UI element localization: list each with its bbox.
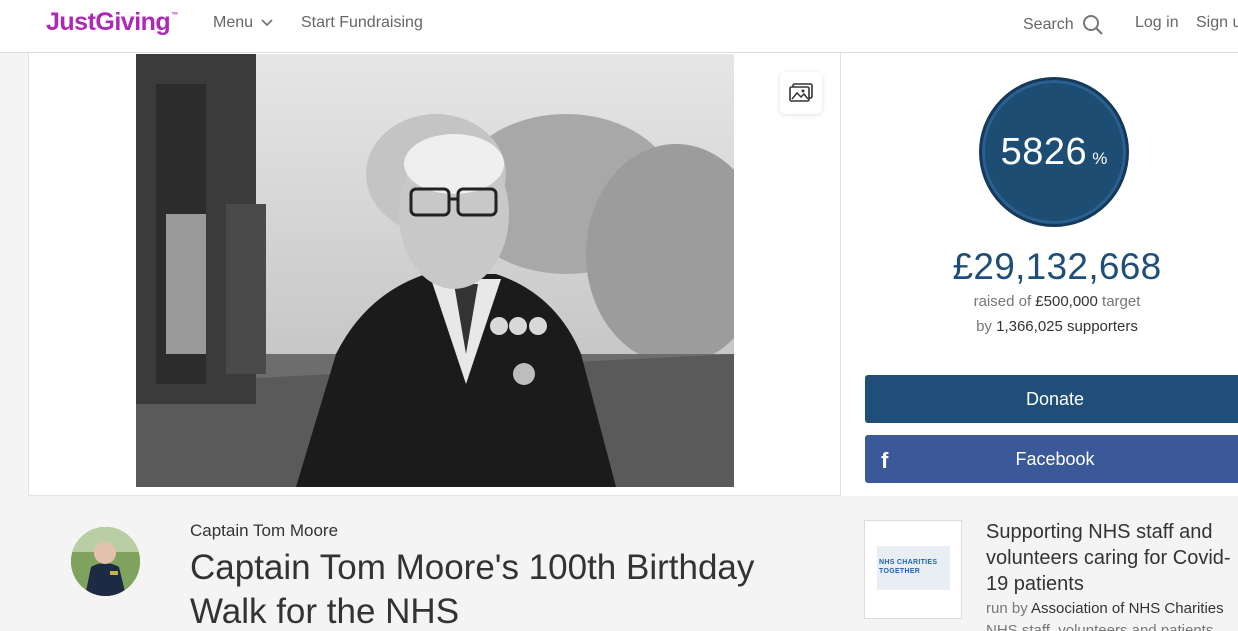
facebook-share-button[interactable]: f Facebook [865, 435, 1238, 483]
image-gallery-icon [789, 83, 813, 102]
gallery-button[interactable] [780, 72, 822, 114]
page-title: Captain Tom Moore's 100th Birthday Walk … [190, 548, 755, 631]
charity-name-link[interactable]: Association of NHS Charities [1031, 600, 1224, 617]
search-icon [1082, 15, 1103, 35]
hero-photo-illustration [136, 54, 734, 487]
percent-symbol: % [1092, 149, 1108, 168]
donation-panel: 5826% £29,132,668 raised of £500,000 tar… [841, 53, 1238, 496]
search-button[interactable]: Search [1023, 14, 1104, 36]
menu-button[interactable]: Menu [213, 14, 273, 32]
donate-button[interactable]: Donate [865, 375, 1238, 423]
facebook-icon: f [881, 448, 889, 473]
raised-target-text: raised of £500,000 target [973, 293, 1141, 310]
charity-description: NHS staff, volunteers and patients [986, 622, 1214, 631]
supporters-count: 1,366,025 supporters [996, 318, 1138, 335]
charity-cause: Supporting NHS staff and volunteers carin… [986, 521, 1231, 595]
login-link[interactable]: Log in [1135, 14, 1179, 32]
progress-ring: 5826% [979, 77, 1129, 227]
start-fundraising-link[interactable]: Start Fundraising [301, 14, 423, 32]
amount-raised: £29,132,668 [952, 246, 1162, 287]
signup-link[interactable]: Sign up [1196, 14, 1238, 32]
charity-logo[interactable]: NHS CHARITIES TOGETHER [864, 520, 962, 619]
avatar-image [71, 527, 140, 596]
charity-logo-text: NHS CHARITIES TOGETHER [879, 559, 938, 575]
hero-photo[interactable] [136, 54, 734, 487]
facebook-label: Facebook [1015, 448, 1095, 469]
run-by-text: run by Association of NHS Charities [986, 600, 1224, 617]
supporters-text: by 1,366,025 supporters [976, 318, 1138, 335]
target-amount: £500,000 [1035, 293, 1098, 310]
fundraiser-owner[interactable]: Captain Tom Moore [190, 521, 338, 541]
justgiving-logo[interactable]: JustGiving™ [46, 8, 178, 37]
hero-panel [28, 53, 841, 496]
owner-avatar[interactable] [71, 527, 140, 596]
chevron-down-icon [261, 19, 273, 27]
search-label: Search [1023, 16, 1074, 33]
menu-label: Menu [213, 14, 254, 31]
site-header: JustGiving™ Menu Start Fundraising Searc… [0, 0, 1238, 53]
progress-percent: 5826 [1000, 130, 1088, 173]
